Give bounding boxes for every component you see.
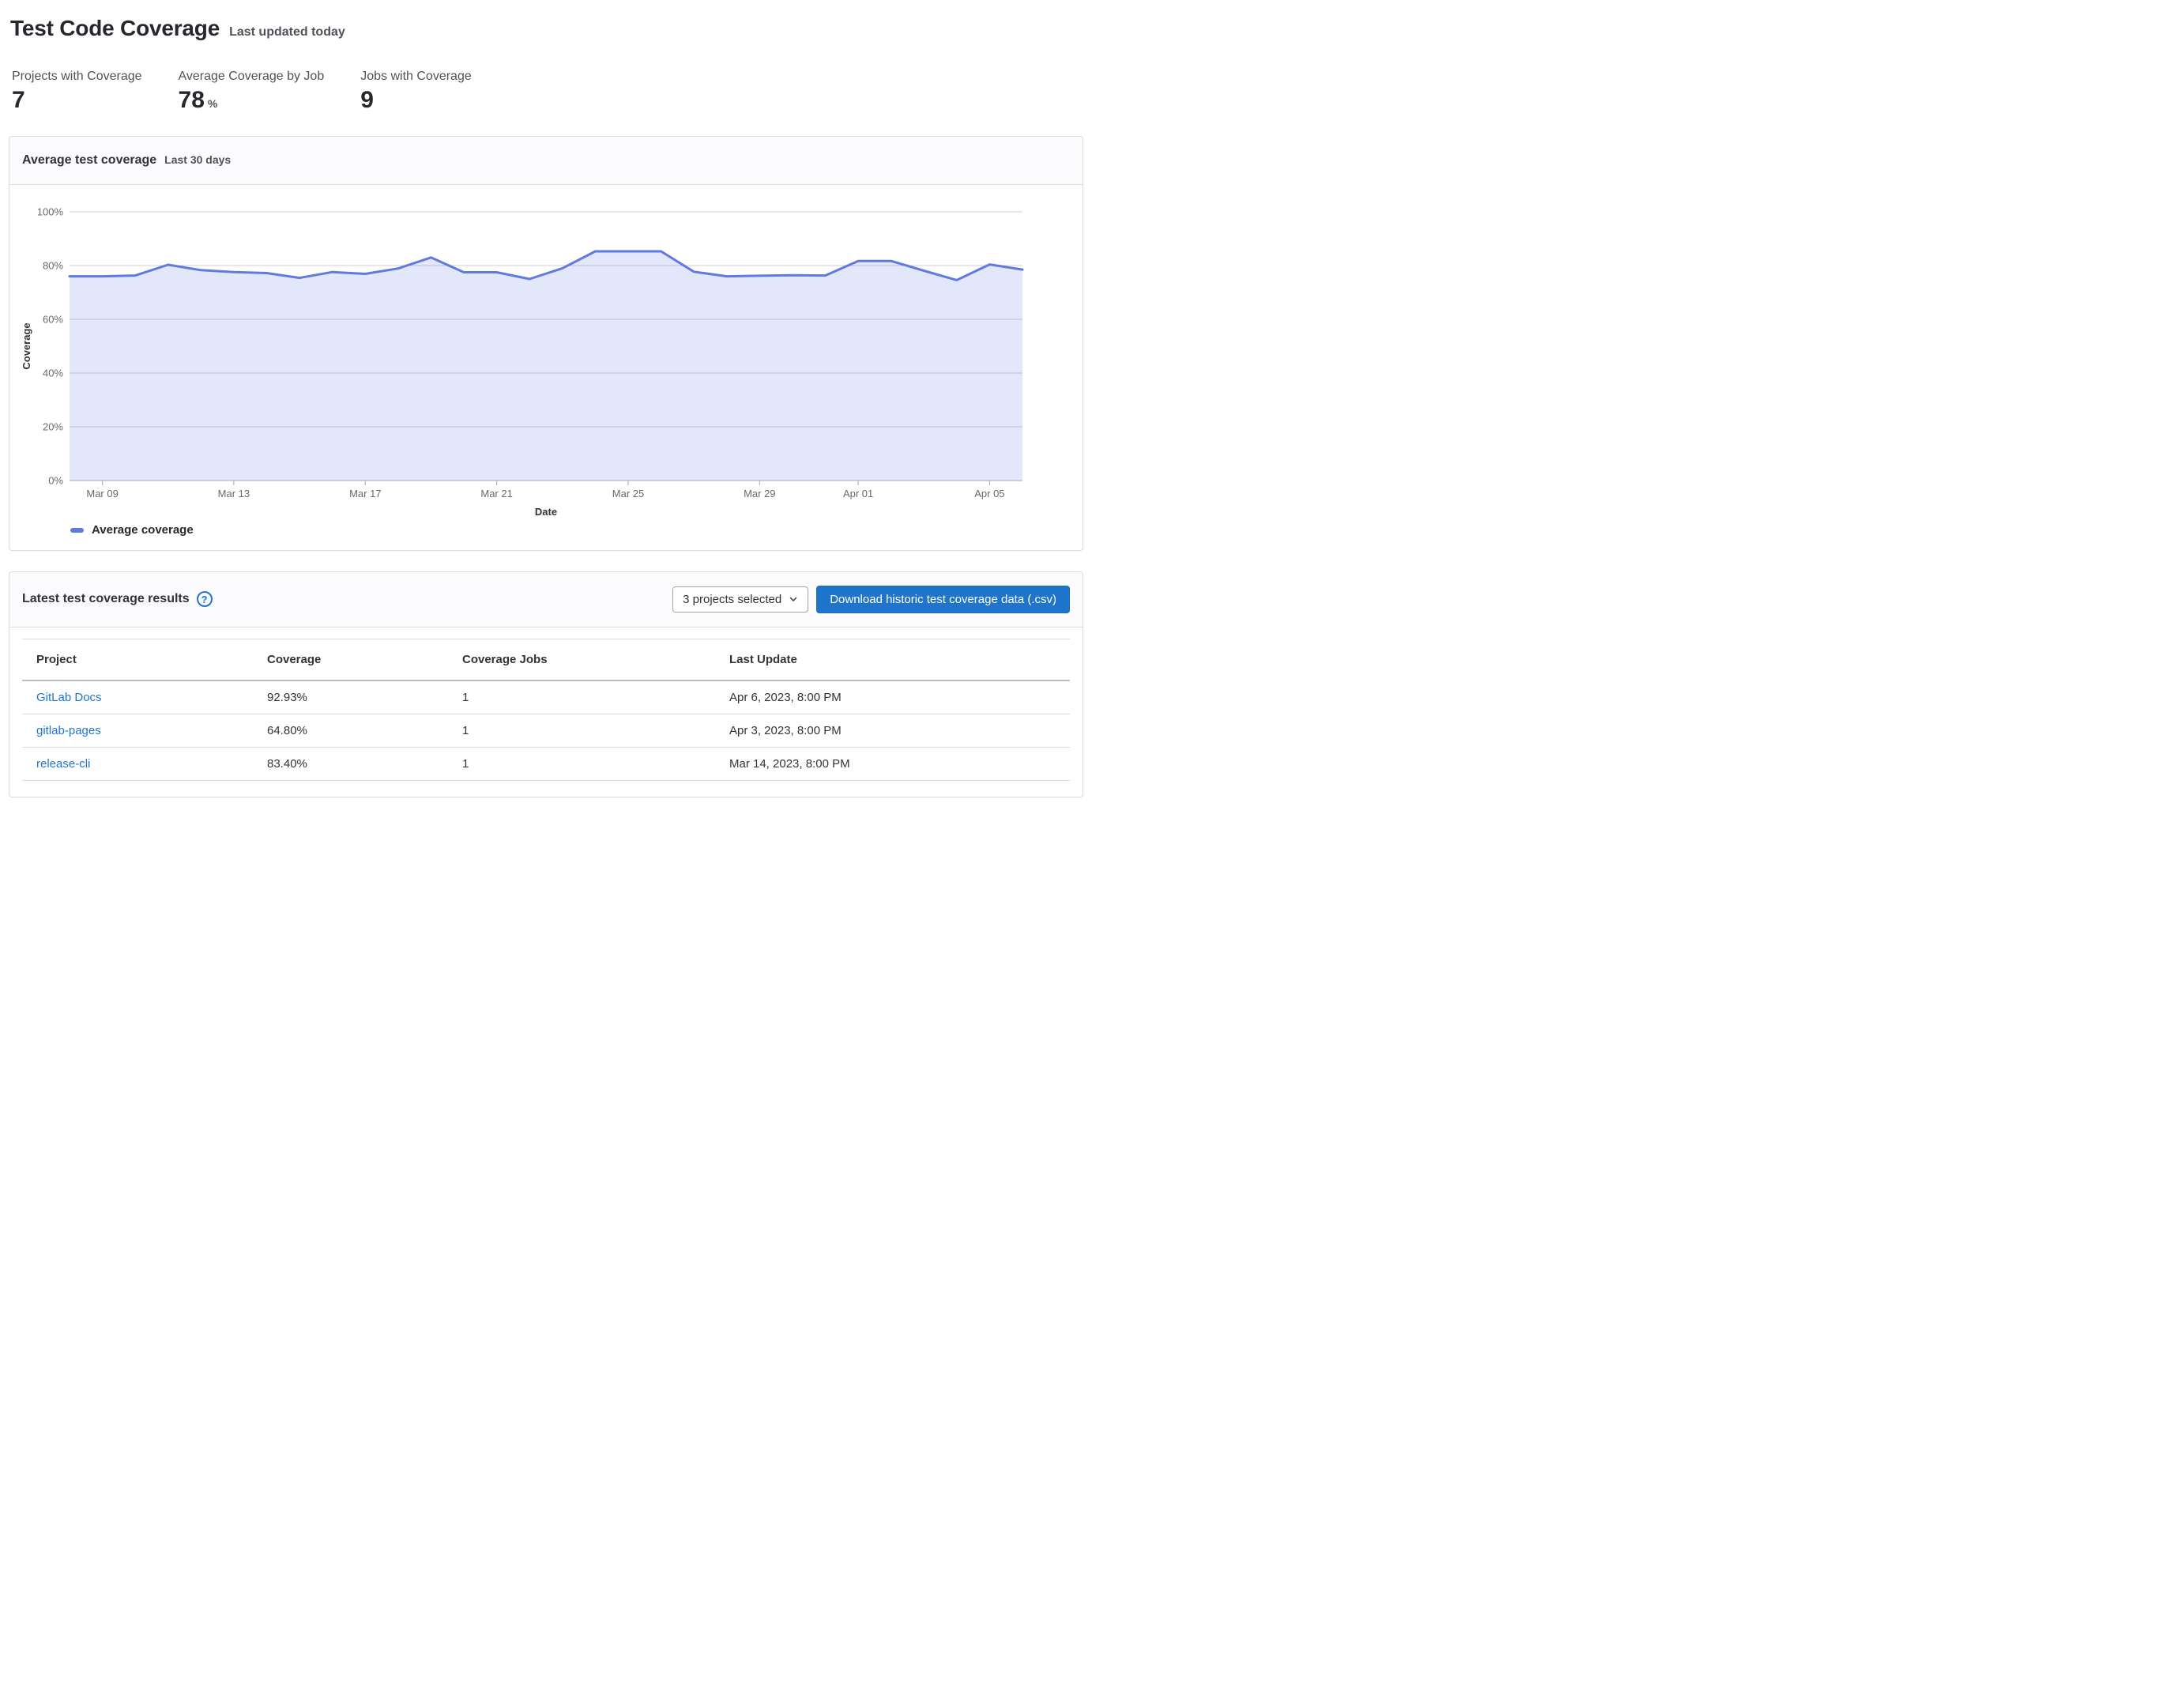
last-update-cell: Apr 6, 2023, 8:00 PM <box>723 680 1070 714</box>
column-header-coverage: Coverage <box>261 639 456 680</box>
coverage-cell: 92.93% <box>261 680 456 714</box>
stat-jobs-with-coverage: Jobs with Coverage 9 <box>360 70 472 115</box>
project-link[interactable]: gitlab-pages <box>36 724 101 737</box>
stat-projects-with-coverage: Projects with Coverage 7 <box>12 70 142 115</box>
average-test-coverage-card: Average test coverage Last 30 days 0% 20%… <box>9 136 1083 551</box>
page-title: Test Code Coverage <box>10 16 220 41</box>
stat-label: Jobs with Coverage <box>360 70 472 84</box>
svg-text:0%: 0% <box>48 474 63 486</box>
projects-selected-label: 3 projects selected <box>683 593 781 606</box>
project-link[interactable]: release-cli <box>36 757 90 771</box>
results-card-header: Latest test coverage results ? 3 project… <box>9 572 1083 628</box>
projects-selected-dropdown[interactable]: 3 projects selected <box>672 586 808 613</box>
last-update-cell: Mar 14, 2023, 8:00 PM <box>723 747 1070 780</box>
results-table-container: Project Coverage Coverage Jobs Last Upda… <box>9 628 1083 797</box>
project-link[interactable]: GitLab Docs <box>36 691 102 704</box>
table-row: GitLab Docs 92.93%1Apr 6, 2023, 8:00 PM <box>22 680 1070 714</box>
results-card-title: Latest test coverage results <box>22 592 190 606</box>
coverage-cell: 64.80% <box>261 714 456 747</box>
svg-text:80%: 80% <box>43 259 63 271</box>
legend-swatch-icon <box>70 528 84 533</box>
svg-text:100%: 100% <box>37 205 64 217</box>
test-code-coverage-page: Test Code Coverage Last updated today Pr… <box>0 0 1092 845</box>
download-csv-button[interactable]: Download historic test coverage data (.c… <box>816 586 1070 613</box>
results-table: Project Coverage Coverage Jobs Last Upda… <box>22 639 1070 781</box>
last-update-cell: Apr 3, 2023, 8:00 PM <box>723 714 1070 747</box>
project-cell: GitLab Docs <box>22 680 261 714</box>
column-header-project: Project <box>22 639 261 680</box>
page-header: Test Code Coverage Last updated today <box>9 16 1083 41</box>
coverage-cell: 83.40% <box>261 747 456 780</box>
legend-label: Average coverage <box>92 523 194 537</box>
table-row: release-cli 83.40%1Mar 14, 2023, 8:00 PM <box>22 747 1070 780</box>
last-updated-label: Last updated today <box>229 25 345 40</box>
help-question-mark-circle-icon[interactable]: ? <box>197 591 213 607</box>
stat-value: 9 <box>360 85 374 115</box>
svg-text:20%: 20% <box>43 420 63 432</box>
coverage-jobs-cell: 1 <box>456 680 723 714</box>
chart-body: 0% 20% 40% 60% 80% 100% Mar 09 Mar 13 Mar 17 Mar … <box>9 185 1083 550</box>
svg-text:Mar 17: Mar 17 <box>349 488 381 499</box>
svg-text:Mar 25: Mar 25 <box>612 488 644 499</box>
chevron-down-icon <box>789 594 798 604</box>
chart-legend-item[interactable]: Average coverage <box>70 522 1083 539</box>
average-coverage-area-chart: 0% 20% 40% 60% 80% 100% Mar 09 Mar 13 Mar 17 Mar … <box>9 190 1083 522</box>
svg-text:60%: 60% <box>43 313 63 325</box>
stat-value: 78 <box>179 85 205 115</box>
stat-average-coverage-by-job: Average Coverage by Job 78 % <box>179 70 325 115</box>
stats-row: Projects with Coverage 7 Average Coverag… <box>9 70 1083 115</box>
column-header-last-update: Last Update <box>723 639 1070 680</box>
svg-text:Coverage: Coverage <box>21 322 32 369</box>
table-header-row: Project Coverage Coverage Jobs Last Upda… <box>22 639 1070 680</box>
column-header-coverage-jobs: Coverage Jobs <box>456 639 723 680</box>
coverage-jobs-cell: 1 <box>456 747 723 780</box>
stat-unit: % <box>208 97 217 110</box>
svg-text:Mar 09: Mar 09 <box>86 488 118 499</box>
svg-text:Apr 05: Apr 05 <box>974 488 1004 499</box>
chart-card-header: Average test coverage Last 30 days <box>9 137 1083 185</box>
svg-text:Date: Date <box>535 506 557 518</box>
chart-card-title: Average test coverage <box>22 153 156 168</box>
stat-value: 7 <box>12 85 25 115</box>
latest-test-coverage-results-card: Latest test coverage results ? 3 project… <box>9 571 1083 797</box>
project-cell: release-cli <box>22 747 261 780</box>
svg-text:40%: 40% <box>43 367 63 379</box>
chart-date-range-label: Last 30 days <box>164 153 231 166</box>
svg-text:Mar 29: Mar 29 <box>744 488 775 499</box>
stat-label: Average Coverage by Job <box>179 70 325 84</box>
project-cell: gitlab-pages <box>22 714 261 747</box>
stat-label: Projects with Coverage <box>12 70 142 84</box>
svg-text:Apr 01: Apr 01 <box>843 488 873 499</box>
svg-text:Mar 13: Mar 13 <box>218 488 250 499</box>
coverage-jobs-cell: 1 <box>456 714 723 747</box>
svg-text:Mar 21: Mar 21 <box>480 488 512 499</box>
table-row: gitlab-pages 64.80%1Apr 3, 2023, 8:00 PM <box>22 714 1070 747</box>
